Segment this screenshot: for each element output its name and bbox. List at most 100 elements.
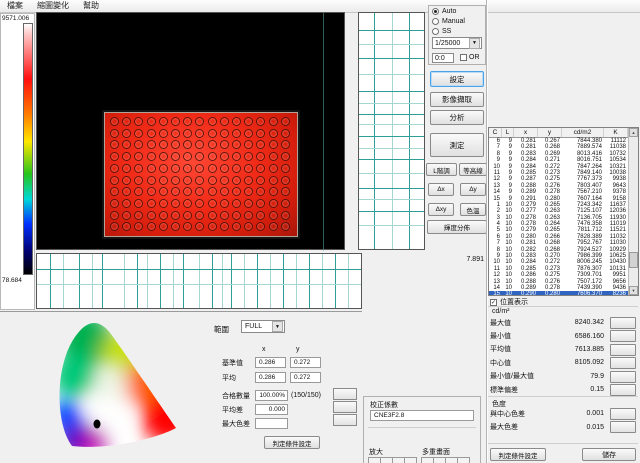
radio-option-auto[interactable]: Auto [432,7,485,16]
delta-xy-button[interactable]: Δxy [428,203,454,216]
range-judge-condition-button[interactable]: 判定條件設定 [264,436,320,449]
stat-detail-button[interactable] [610,317,636,329]
measure-point-icon [208,187,217,196]
measure-point-icon [147,140,156,149]
menu-item[interactable]: 檔案 [0,0,30,12]
measure-point-icon [244,211,253,220]
measure-point-icon [171,152,180,161]
luminance-distribution-button[interactable]: 輝度分佈 [427,220,487,234]
range-side-button[interactable] [333,388,357,400]
measurement-image-view[interactable] [36,12,345,250]
stat-detail-button[interactable] [610,371,636,383]
radio-label: Manual [442,18,465,25]
measure-point-icon [110,222,119,231]
max-diff-label: 最大色差 [222,419,255,429]
measure-point-icon [122,152,131,161]
scale-max-label: 9571.006 [2,15,29,22]
or-checkbox[interactable] [460,54,467,61]
measure-point-icon [281,176,290,185]
measure-point-icon [147,129,156,138]
range-side-button[interactable] [333,414,357,426]
measure-point-icon [147,222,156,231]
settings-button[interactable]: 設定 [430,71,484,87]
measure-point-icon [208,176,217,185]
measure-point-icon [122,199,131,208]
stat-detail-button[interactable] [610,357,636,369]
chevron-down-icon[interactable]: ▼ [272,321,283,332]
measure-point-icon [195,199,204,208]
menu-item[interactable]: 縮圖變化 [30,0,76,12]
measure-button[interactable]: 測定 [430,133,484,157]
radio-icon[interactable] [432,28,439,35]
measure-point-icon [244,140,253,149]
table-body: 690.2810.2677844.38011112790.2810.268788… [489,138,638,296]
measure-point-icon [159,187,168,196]
measure-point-icon [281,140,290,149]
scrollbar-thumb[interactable] [629,252,638,268]
measured-panel-image [105,113,297,236]
radio-icon[interactable] [432,18,439,25]
measure-point-icon [159,152,168,161]
shutter-speed-select[interactable]: 1/25000 ▼ [432,37,482,49]
gain-field[interactable]: 0:0 [432,53,454,63]
calibration-panel: 校正係數 CNE3F2.8 放大 多重畫面 [363,396,481,463]
multi-screen-grid[interactable] [421,457,469,463]
analyze-button[interactable]: 分析 [430,110,484,125]
stat-row: 與中心色差0.001 [490,407,638,420]
radio-option-manual[interactable]: Manual [432,17,485,26]
stat-detail-button[interactable] [610,344,636,356]
measure-point-icon [183,222,192,231]
judge-condition-button[interactable]: 判定條件設定 [490,448,546,461]
pass-count-value: 100.00% [255,390,288,401]
save-button[interactable]: 儲存 [582,448,636,461]
table-row[interactable]: 15100.2900.2807606.3708236 [489,291,638,296]
stat-value: 79.9 [560,373,604,380]
l-gradation-button[interactable]: L階調 [426,163,457,176]
measure-point-icon [256,176,265,185]
divider [488,306,638,307]
measure-point-icon [159,164,168,173]
stat-detail-button[interactable] [610,384,636,396]
stat-label: 最大色差 [490,422,560,432]
scroll-up-icon[interactable]: ▲ [629,128,638,137]
radio-icon[interactable] [432,8,439,15]
capture-button[interactable]: 影像擷取 [430,92,484,107]
range-select[interactable]: FULL ▼ [241,320,285,333]
zoom-grid[interactable] [368,457,416,463]
stat-row: 最大色差0.015 [490,420,638,433]
stat-detail-button[interactable] [610,330,636,342]
radio-option-ss[interactable]: SS [432,27,485,36]
measure-point-icon [208,140,217,149]
scroll-down-icon[interactable]: ▼ [629,286,638,295]
measure-point-icon [232,140,241,149]
measure-point-icon [220,140,229,149]
position-display-checkbox[interactable]: ✓ [490,299,497,306]
table-scrollbar[interactable]: ▲ ▼ [628,128,638,295]
measure-point-icon [134,117,143,126]
calibration-lens-field[interactable]: CNE3F2.8 [370,410,474,421]
stat-label: 中心值 [490,358,560,368]
chroma-stats: 與中心色差0.001最大色差0.015 [490,407,638,434]
stat-detail-button[interactable] [610,408,636,420]
or-checkbox-label: OR [469,54,480,61]
measure-point-icon [220,117,229,126]
measure-point-icon [244,199,253,208]
color-temp-button[interactable]: 色溫 [460,203,486,216]
chevron-down-icon[interactable]: ▼ [469,38,480,49]
measure-point-icon [122,176,131,185]
table-cell: 0.280 [538,291,562,296]
measure-point-icon [110,152,119,161]
measure-point-icon [110,117,119,126]
menu-item[interactable]: 幫助 [76,0,106,12]
measure-point-icon [208,211,217,220]
vertical-profile-chart [358,12,425,250]
contour-button[interactable]: 等高線 [459,163,487,176]
range-y-value: 0.272 [290,357,321,368]
delta-x-button[interactable]: Δx [428,183,454,196]
range-side-button[interactable] [333,401,357,413]
delta-y-button[interactable]: Δy [460,183,486,196]
panel-splitter[interactable] [0,311,362,312]
measure-point-icon [171,222,180,231]
measure-point-icon [110,140,119,149]
stat-detail-button[interactable] [610,421,636,433]
